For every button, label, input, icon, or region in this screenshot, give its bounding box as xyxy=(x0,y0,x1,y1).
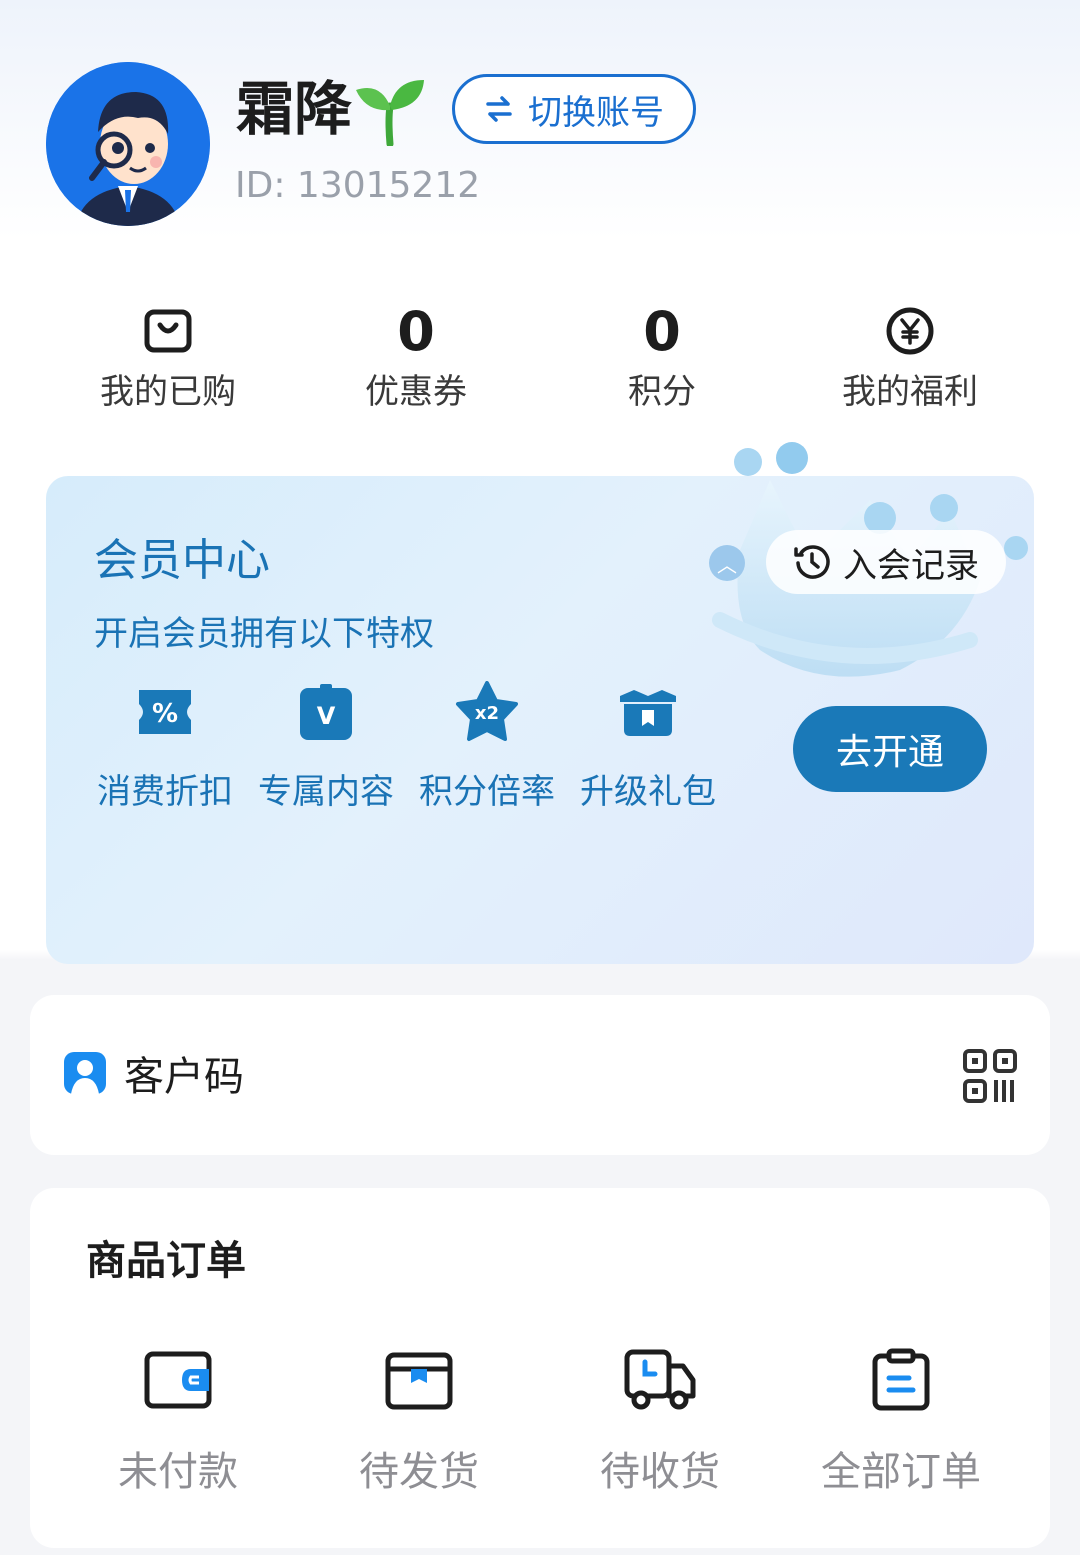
perk-points-multiplier[interactable]: x2 积分倍率 xyxy=(412,680,562,816)
stat-purchased[interactable]: 我的已购 xyxy=(68,300,268,416)
stat-label: 优惠券 xyxy=(365,372,467,412)
member-center-subtitle: 开启会员拥有以下特权 xyxy=(94,614,434,654)
order-to-ship[interactable]: 待发货 xyxy=(299,1345,539,1499)
order-label: 待发货 xyxy=(359,1449,479,1495)
customer-profile-icon xyxy=(64,1052,106,1094)
swap-arrows-icon xyxy=(486,96,512,122)
stat-benefits[interactable]: 我的福利 xyxy=(810,300,1010,416)
delivery-truck-icon xyxy=(624,1349,696,1410)
stat-points[interactable]: 0 积分 xyxy=(562,300,762,416)
perk-label: 消费折扣 xyxy=(97,772,233,812)
stat-label: 我的福利 xyxy=(842,372,978,412)
perk-glyph: V xyxy=(317,702,336,730)
avatar[interactable] xyxy=(46,62,210,226)
perk-glyph: x2 xyxy=(475,703,499,724)
stat-value: 0 xyxy=(643,299,681,363)
stat-label: 我的已购 xyxy=(100,372,236,412)
user-id: ID: 13015212 xyxy=(235,165,481,206)
clipboard-icon xyxy=(872,1348,930,1411)
perk-discount[interactable]: % 消费折扣 xyxy=(90,680,240,816)
perk-upgrade-gift[interactable]: 升级礼包 xyxy=(573,680,723,816)
customer-code-label: 客户码 xyxy=(124,1054,244,1100)
order-label: 待收货 xyxy=(600,1449,720,1495)
switch-account-label: 切换账号 xyxy=(528,92,664,133)
member-center-title: 会员中心 xyxy=(94,535,270,586)
perk-exclusive-content[interactable]: V 专属内容 xyxy=(251,680,401,816)
exclusive-content-icon: V xyxy=(300,684,352,740)
order-unpaid[interactable]: 未付款 xyxy=(58,1345,298,1499)
gift-box-icon xyxy=(620,690,676,736)
order-all[interactable]: 全部订单 xyxy=(781,1345,1021,1499)
bag-icon xyxy=(144,309,192,353)
history-clock-icon xyxy=(794,545,830,579)
perk-label: 积分倍率 xyxy=(419,772,555,812)
switch-account-button[interactable]: 切换账号 xyxy=(452,74,696,144)
yen-circle-icon xyxy=(886,307,934,355)
stat-coupons[interactable]: 0 优惠券 xyxy=(316,300,516,416)
activate-membership-button[interactable]: 去开通 xyxy=(793,706,987,792)
discount-ticket-icon: % xyxy=(139,690,191,734)
qr-code-icon[interactable] xyxy=(962,1048,1018,1104)
stat-label: 积分 xyxy=(628,372,696,412)
username: 霜降 xyxy=(236,75,353,143)
perk-label: 升级礼包 xyxy=(580,772,716,812)
membership-record-button[interactable]: 入会记录 xyxy=(766,530,1006,594)
wallet-icon xyxy=(144,1351,212,1409)
package-icon xyxy=(385,1352,453,1410)
order-label: 全部订单 xyxy=(821,1449,981,1495)
stat-value: 0 xyxy=(397,299,435,363)
points-multiplier-icon: x2 xyxy=(456,681,518,741)
membership-record-label: 入会记录 xyxy=(843,545,979,586)
order-label: 未付款 xyxy=(118,1449,238,1495)
product-orders-title: 商品订单 xyxy=(86,1238,246,1284)
perk-glyph: % xyxy=(152,699,178,729)
sprout-icon xyxy=(356,80,424,146)
order-to-receive[interactable]: 待收货 xyxy=(540,1345,780,1499)
avatar-illustration xyxy=(46,62,210,226)
perk-label: 专属内容 xyxy=(258,772,394,812)
chevron-up-icon[interactable]: ︿ xyxy=(709,545,745,581)
